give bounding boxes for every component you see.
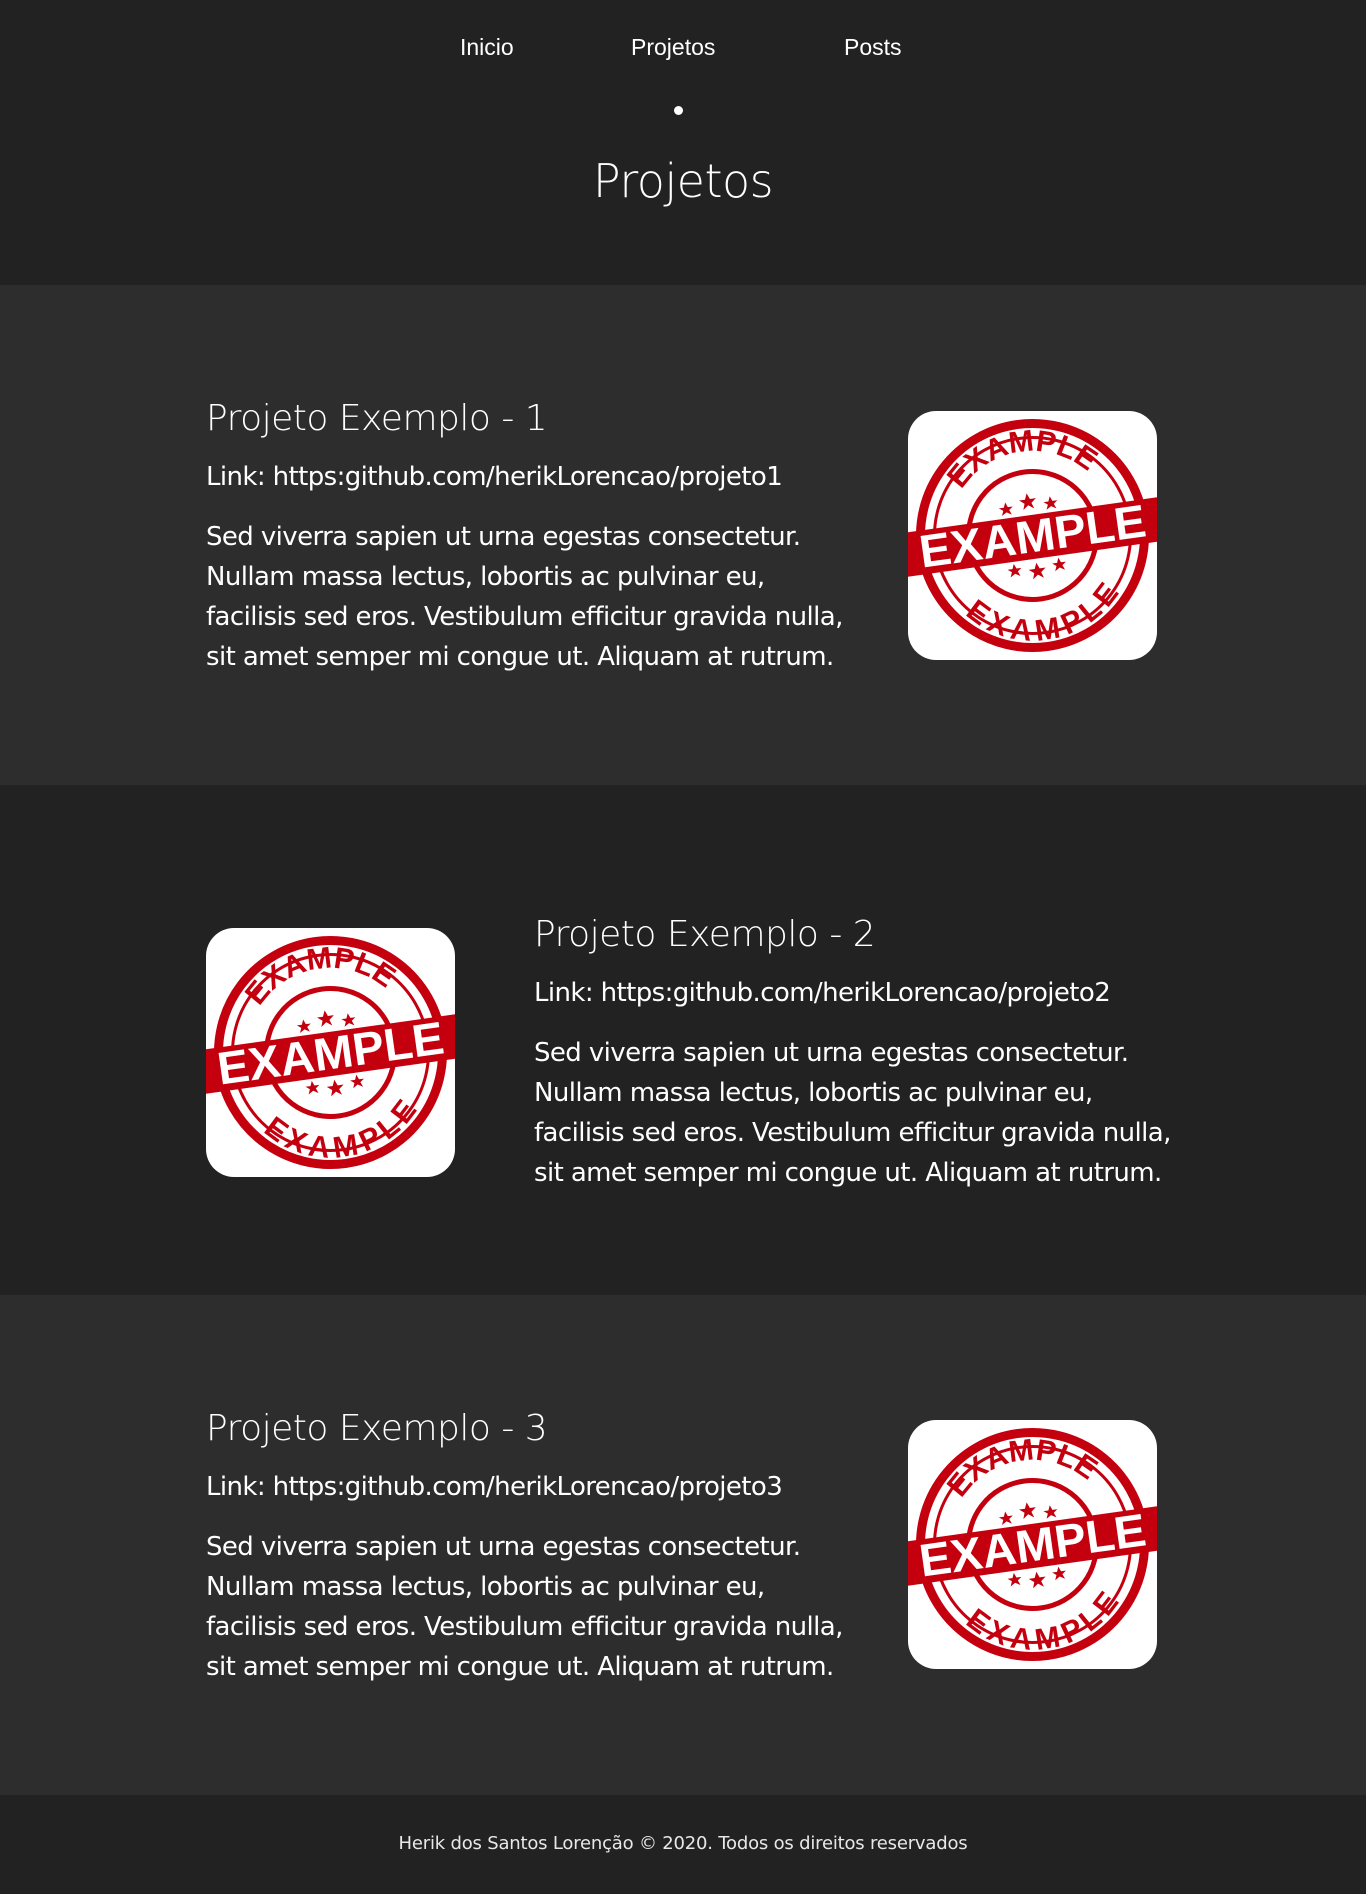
project-description: Sed viverra sapien ut urna egestas conse… [534,1038,1171,1188]
active-nav-indicator [674,106,683,115]
project-section-3: Projeto Exemplo - 3 Link: https:github.c… [0,1295,1366,1795]
site-footer: Herik dos Santos Lorenção © 2020. Todos … [0,1795,1366,1894]
project-text-2: Projeto Exemplo - 2 Link: https:github.c… [534,913,1184,1193]
project-title: Projeto Exemplo - 2 [534,914,876,955]
svg-text:EXAMPLE: EXAMPLE [234,931,405,1014]
svg-text:EXAMPLE: EXAMPLE [936,1423,1107,1506]
example-stamp-icon: EXAMPLE EXAMPLE EXAMPLE [206,931,455,1175]
stamp-bottom-text: EXAMPLE [957,1583,1130,1667]
project-link[interactable]: Link: https:github.com/herikLorencao/pro… [206,1471,846,1503]
svg-text:EXAMPLE: EXAMPLE [957,574,1130,658]
project-title: Projeto Exemplo - 1 [206,398,548,439]
nav-link-posts[interactable]: Posts [844,34,902,61]
stamp-bottom-text: EXAMPLE [255,1091,428,1175]
svg-text:EXAMPLE: EXAMPLE [936,414,1107,497]
project-link[interactable]: Link: https:github.com/herikLorencao/pro… [534,977,1184,1009]
project-description: Sed viverra sapien ut urna egestas conse… [206,1532,843,1682]
stamp-top-text: EXAMPLE [234,931,405,1014]
footer-copyright: Herik dos Santos Lorenção © 2020. Todos … [398,1833,968,1854]
example-stamp-icon: EXAMPLE EXAMPLE EXAMPLE [908,414,1157,658]
example-stamp-icon: EXAMPLE EXAMPLE EXAMPLE [908,1423,1157,1667]
nav-link-inicio[interactable]: Inicio [460,34,514,61]
site-header: Inicio Projetos Posts Projetos [0,0,1366,285]
project-text-3: Projeto Exemplo - 3 Link: https:github.c… [206,1407,846,1687]
project-text-1: Projeto Exemplo - 1 Link: https:github.c… [206,397,846,677]
project-section-2: EXAMPLE EXAMPLE EXAMPLE Projeto Exemplo [0,785,1366,1295]
svg-text:EXAMPLE: EXAMPLE [957,1583,1130,1667]
nav-link-projetos[interactable]: Projetos [631,34,715,61]
project-title: Projeto Exemplo - 3 [206,1408,548,1449]
stamp-top-text: EXAMPLE [936,414,1107,497]
page-title: Projetos [592,154,774,208]
project-section-1: Projeto Exemplo - 1 Link: https:github.c… [0,285,1366,785]
project-description: Sed viverra sapien ut urna egestas conse… [206,522,843,672]
project-link[interactable]: Link: https:github.com/herikLorencao/pro… [206,461,846,493]
main-nav: Inicio Projetos Posts [0,34,1366,115]
svg-text:EXAMPLE: EXAMPLE [255,1091,428,1175]
stamp-top-text: EXAMPLE [936,1423,1107,1506]
project-image-example-stamp: EXAMPLE EXAMPLE EXAMPLE [908,411,1157,660]
project-image-example-stamp: EXAMPLE EXAMPLE EXAMPLE [206,928,455,1177]
stamp-bottom-text: EXAMPLE [957,574,1130,658]
project-image-example-stamp: EXAMPLE EXAMPLE EXAMPLE [908,1420,1157,1669]
